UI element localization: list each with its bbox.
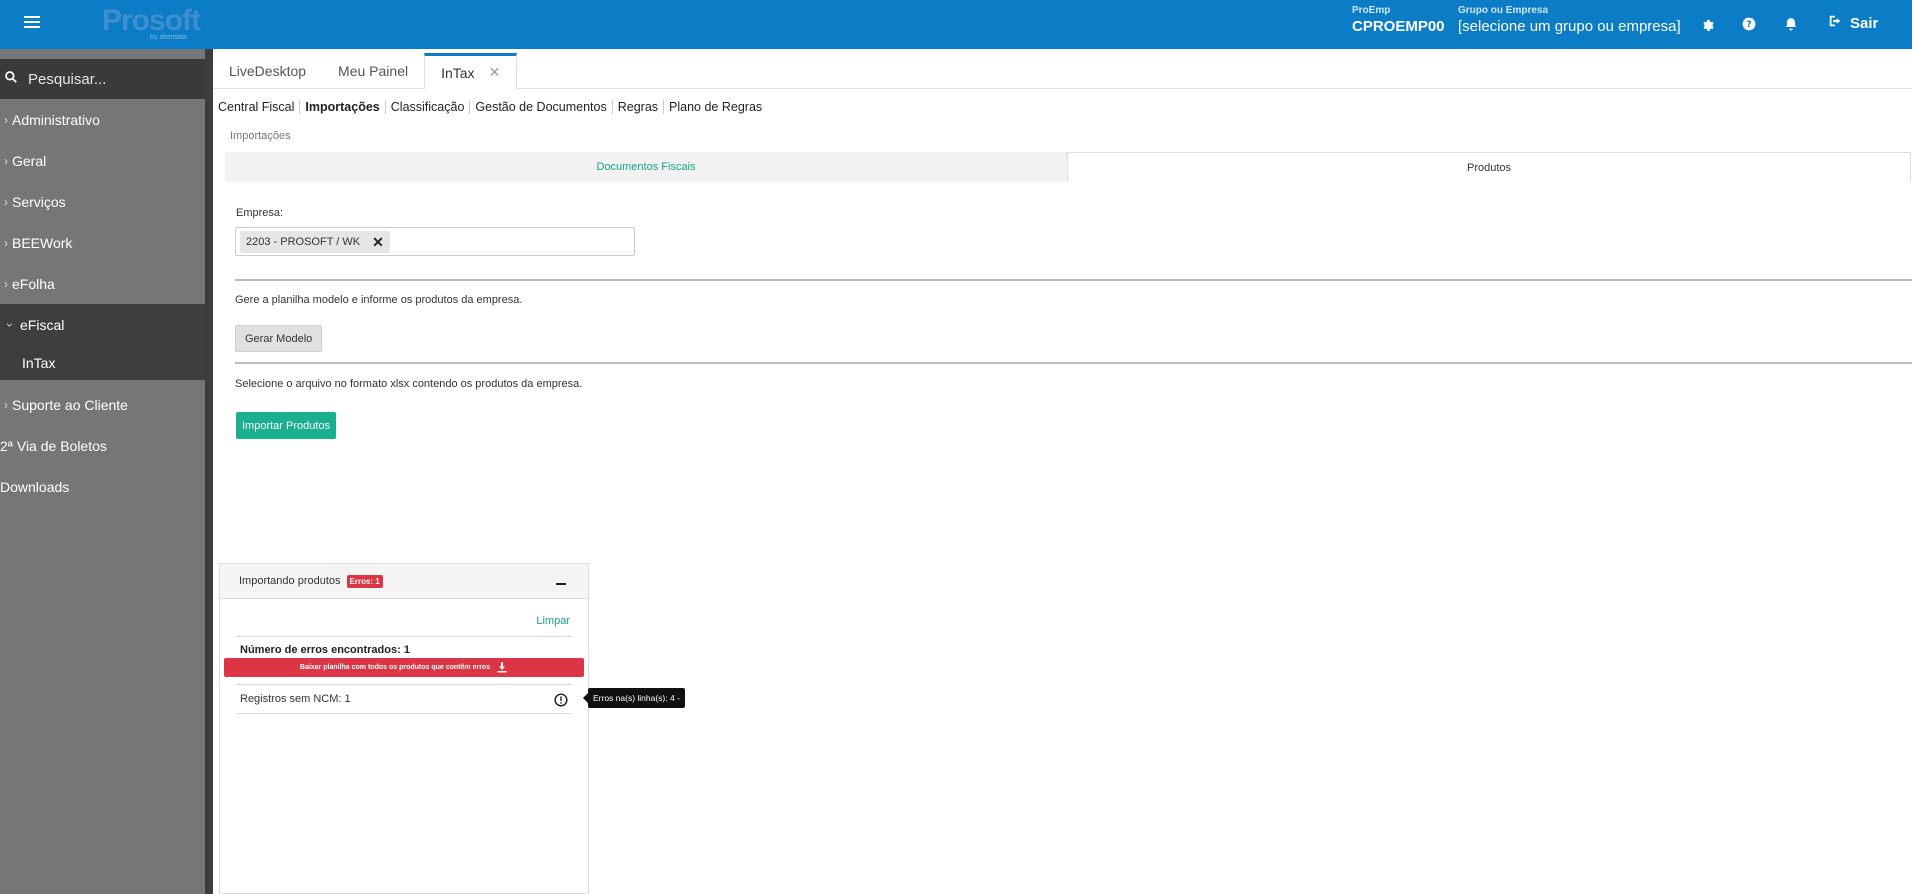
tab-livedesktop[interactable]: LiveDesktop: [213, 54, 322, 88]
sidebar-item-intax[interactable]: InTax: [0, 345, 205, 380]
sidebar-item-beework[interactable]: › BEEWork: [0, 222, 205, 263]
proemp-label: ProEmp: [1352, 5, 1391, 16]
import-panel: Importando produtos Erros: 1 Limpar Núme…: [219, 563, 589, 894]
divider: [235, 279, 1912, 281]
logout-label: Sair: [1850, 14, 1879, 32]
empresa-chip-label: 2203 - PROSOFT / WK: [246, 236, 361, 248]
sidebar-item-downloads[interactable]: Downloads: [0, 466, 205, 507]
divider: [236, 684, 572, 685]
breadcrumb: Importações: [230, 130, 291, 142]
remove-icon[interactable]: ✕: [372, 234, 384, 251]
divider: [236, 636, 572, 637]
group-value[interactable]: [selecione um grupo ou empresa]: [1458, 17, 1681, 37]
module-nav: Central Fiscal Importações Classificação…: [213, 97, 767, 117]
limpar-link[interactable]: Limpar: [536, 615, 570, 627]
help-icon[interactable]: ?: [1740, 15, 1758, 33]
nav-central-fiscal[interactable]: Central Fiscal: [213, 100, 301, 114]
logo: Prosoft by alterdata: [102, 4, 201, 42]
import-panel-header: Importando produtos Erros: 1: [220, 564, 588, 599]
menu-icon[interactable]: [24, 16, 40, 30]
nav-gestao-documentos[interactable]: Gestão de Documentos: [470, 100, 613, 114]
nav-plano-regras[interactable]: Plano de Regras: [664, 100, 767, 114]
tab-intax[interactable]: InTax ✕: [424, 53, 518, 89]
warning-icon[interactable]: [554, 693, 568, 707]
logout-button[interactable]: Sair: [1828, 14, 1878, 32]
group-label: Grupo ou Empresa: [1458, 5, 1549, 16]
import-type-tabs: Documentos Fiscais Produtos: [225, 152, 1911, 182]
sidebar-item-administrativo[interactable]: › Administrativo: [0, 99, 205, 140]
error-lines-tooltip: Erros na(s) linha(s): 4 -: [583, 688, 685, 708]
sidebar-item-servicos[interactable]: › Serviços: [0, 181, 205, 222]
chevron-right-icon: ›: [4, 194, 8, 209]
tab-meu-painel[interactable]: Meu Painel: [322, 54, 424, 88]
top-header: Prosoft by alterdata ProEmp CPROEMP00 Gr…: [0, 0, 1912, 49]
divider: [235, 362, 1912, 364]
logo-tag: by alterdata: [150, 34, 187, 41]
gear-icon[interactable]: [1698, 15, 1716, 33]
sidebar-group-efiscal: › eFiscal InTax: [0, 304, 205, 380]
select-file-instructions: Selecione o arquivo no formato xlsx cont…: [235, 378, 583, 390]
chevron-right-icon: ›: [4, 112, 8, 127]
sidebar-item-efiscal[interactable]: › eFiscal: [0, 304, 205, 345]
sidebar-item-boletos[interactable]: 2ª Via de Boletos: [0, 425, 205, 466]
close-icon[interactable]: ✕: [489, 64, 501, 81]
sidebar-item-efolha[interactable]: › eFolha: [0, 263, 205, 304]
tab-bar: LiveDesktop Meu Painel InTax ✕: [213, 53, 1912, 89]
bell-icon[interactable]: [1782, 15, 1800, 33]
gerar-modelo-button[interactable]: Gerar Modelo: [235, 325, 323, 352]
empresa-chip: 2203 - PROSOFT / WK ✕: [240, 231, 390, 253]
search-placeholder: Pesquisar...: [28, 70, 107, 88]
download-errors-label: Baixar planilha com todos os produtos qu…: [299, 664, 491, 671]
proemp-value: CPROEMP00: [1352, 18, 1445, 35]
chevron-right-icon: ›: [4, 153, 8, 168]
chevron-right-icon: ›: [4, 397, 8, 412]
download-icon: [496, 661, 508, 675]
sidebar-edge: [205, 49, 213, 894]
divider: [236, 713, 572, 714]
tab-documentos-fiscais[interactable]: Documentos Fiscais: [225, 152, 1067, 182]
empresa-select[interactable]: 2203 - PROSOFT / WK ✕: [235, 227, 635, 256]
gerar-instructions: Gere a planilha modelo e informe os prod…: [235, 294, 523, 306]
error-badge: Erros: 1: [346, 574, 383, 588]
svg-text:?: ?: [1746, 20, 1751, 30]
proemp-block: ProEmp CPROEMP00: [1352, 5, 1445, 37]
sidebar-item-suporte[interactable]: › Suporte ao Cliente: [0, 384, 205, 425]
nav-classificacao[interactable]: Classificação: [386, 100, 471, 114]
errors-count: Número de erros encontrados: 1: [240, 644, 410, 656]
group-selector[interactable]: Grupo ou Empresa [selecione um grupo ou …: [1458, 5, 1681, 37]
chevron-right-icon: ›: [4, 235, 8, 250]
nav-regras[interactable]: Regras: [613, 100, 665, 114]
minimize-icon[interactable]: [556, 574, 568, 588]
download-errors-button[interactable]: Baixar planilha com todos os produtos qu…: [224, 658, 584, 677]
sidebar-search[interactable]: Pesquisar...: [0, 49, 205, 99]
sidebar: Pesquisar... › Administrativo › Geral › Ser…: [0, 49, 205, 894]
chevron-right-icon: ›: [4, 276, 8, 291]
import-panel-title: Importando produtos: [239, 575, 341, 587]
logout-icon: [1828, 14, 1842, 32]
tab-intax-label: InTax: [441, 64, 475, 81]
search-icon: [4, 70, 18, 89]
sidebar-item-geral[interactable]: › Geral: [0, 140, 205, 181]
tab-produtos[interactable]: Produtos: [1067, 152, 1911, 182]
registros-sem-ncm: Registros sem NCM: 1: [240, 693, 351, 705]
nav-importacoes[interactable]: Importações: [300, 100, 386, 114]
chevron-down-icon: ›: [3, 322, 17, 327]
empresa-label: Empresa:: [236, 207, 284, 219]
importar-produtos-button[interactable]: Importar Produtos: [236, 412, 337, 439]
